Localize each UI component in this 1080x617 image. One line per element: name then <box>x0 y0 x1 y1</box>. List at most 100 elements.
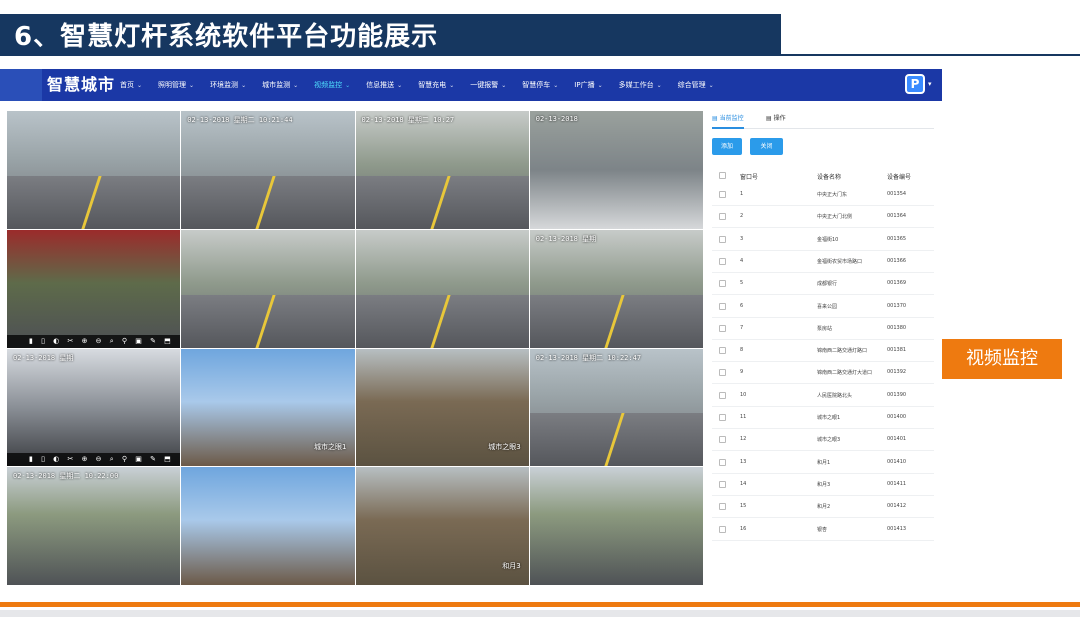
table-row[interactable]: 5 成都银行 001369 <box>712 273 934 296</box>
select-all-checkbox[interactable] <box>719 172 726 179</box>
row-device-code: 001400 <box>887 414 907 420</box>
road-surface <box>529 413 703 467</box>
tab-operation[interactable]: ▤ 操作 <box>766 113 786 122</box>
row-device-name: 和月1 <box>817 459 831 466</box>
camera-tile[interactable] <box>181 229 355 348</box>
slide-title: 6、智慧灯杆系统软件平台功能展示 <box>14 22 439 52</box>
brand-title[interactable]: 智慧城市 <box>47 69 115 101</box>
nav-item-label: IP广播 <box>574 81 595 89</box>
road-surface <box>7 175 181 229</box>
panel-tabs: ▤ 当前监控 ▤ 操作 <box>712 111 934 129</box>
table-row[interactable]: 15 和月2 001412 <box>712 496 934 519</box>
camera-timestamp: 02-13-2018 星期二 10:27 <box>361 116 455 124</box>
add-button[interactable]: 添加 <box>712 138 742 155</box>
nav-item-label: 一键报警 <box>470 81 499 89</box>
nav-item[interactable]: 智慧充电 ⌄ <box>410 69 462 101</box>
camera-timestamp: 02-13-2018 星期 <box>13 353 74 362</box>
row-checkbox[interactable] <box>719 280 726 288</box>
nav-item[interactable]: 信息推送 ⌄ <box>358 69 410 101</box>
camera-tile[interactable] <box>355 229 529 348</box>
camera-tile[interactable] <box>181 467 355 585</box>
row-checkbox[interactable] <box>719 369 726 377</box>
playback-controls[interactable]: ▮ ▯ ◐ ✂ ⊕ ⊖ ⌕ ⚲ ▣ ✎ ⬒ ♪ <box>7 334 181 348</box>
table-row[interactable]: 9 锦南西二路交通灯大道口 001392 <box>712 362 934 385</box>
nav-item[interactable]: 首页 ⌄ <box>112 69 150 101</box>
camera-timestamp: 02-13-2018 星期 <box>535 234 597 243</box>
table-row[interactable]: 7 泵房站 001380 <box>712 318 934 340</box>
nav-item[interactable]: 一键报警 ⌄ <box>462 69 514 101</box>
row-checkbox[interactable] <box>719 503 726 511</box>
camera-tile[interactable]: ▮ ▯ ◐ ✂ ⊕ ⊖ ⌕ ⚲ ▣ ✎ ⬒ ♪ <box>7 229 181 348</box>
camera-tile[interactable]: 城市之眼1 <box>181 348 355 467</box>
table-row[interactable]: 4 金福街农贸市场路口 001366 <box>712 251 934 273</box>
row-checkbox[interactable] <box>719 436 726 444</box>
row-checkbox[interactable] <box>719 347 726 355</box>
row-checkbox[interactable] <box>719 458 726 466</box>
user-menu-caret-icon[interactable]: ▾ <box>928 80 932 88</box>
camera-label: 城市之眼3 <box>488 443 521 452</box>
row-window-no: 6 <box>740 302 744 309</box>
table-row[interactable]: 8 锦南西二路交通灯路口 001381 <box>712 340 934 363</box>
table-row[interactable]: 2 中央正大门北侧 001364 <box>712 206 934 229</box>
row-checkbox[interactable] <box>719 324 726 332</box>
row-checkbox[interactable] <box>719 213 726 221</box>
row-checkbox[interactable] <box>719 414 726 421</box>
close-button[interactable]: 关闭 <box>750 138 783 155</box>
playback-controls[interactable]: ▮ ▯ ◐ ✂ ⊕ ⊖ ⌕ ⚲ ▣ ✎ ⬒ ♪ <box>7 453 181 467</box>
row-device-name: 中央正大门北侧 <box>817 214 853 221</box>
camera-tile[interactable] <box>529 467 703 585</box>
row-window-no: 13 <box>740 458 747 465</box>
table-row[interactable]: 1 中央正大门东 001354 <box>712 184 934 206</box>
camera-tile[interactable]: 02-13-2018 星期二 10:22:47 <box>529 348 703 467</box>
row-checkbox[interactable] <box>719 391 726 399</box>
chevron-down-icon: ⌄ <box>597 82 603 89</box>
row-checkbox[interactable] <box>719 235 726 243</box>
row-device-code: 001380 <box>887 324 907 331</box>
table-row[interactable]: 11 城市之眼1 001400 <box>712 407 934 429</box>
nav-item[interactable]: IP广播 ⌄ <box>566 69 610 101</box>
nav-item[interactable]: 综合管理 ⌄ <box>670 69 722 101</box>
nav-item[interactable]: 环境监测 ⌄ <box>202 69 254 101</box>
nav-item-label: 智慧停车 <box>522 81 551 89</box>
table-row[interactable]: 12 城市之眼3 001401 <box>712 429 934 452</box>
camera-timestamp: 02-13-2018 星期二 10:22:47 <box>535 353 642 362</box>
row-window-no: 8 <box>740 347 744 354</box>
nav-item-label: 视频监控 <box>314 81 343 89</box>
row-window-no: 12 <box>740 436 747 443</box>
table-row[interactable]: 16 银杏 001413 <box>712 519 934 541</box>
camera-tile[interactable] <box>7 111 181 229</box>
camera-tile[interactable]: 02-13-2018 星期二 10:21:44 <box>181 111 355 229</box>
row-checkbox[interactable] <box>719 257 726 265</box>
nav-item[interactable]: 视频监控 ⌄ <box>306 69 358 101</box>
camera-tile[interactable]: 02-13-2018 星期二 10:27 <box>355 111 529 229</box>
row-checkbox[interactable] <box>719 191 726 198</box>
camera-tile[interactable]: 02-13-2018 星期 <box>529 229 703 348</box>
nav-item[interactable]: 多媒工作台 ⌄ <box>611 69 670 101</box>
table-row[interactable]: 3 金福街10 001365 <box>712 229 934 251</box>
road-surface <box>181 175 355 229</box>
row-device-code: 001410 <box>887 458 907 465</box>
camera-tile[interactable]: 02-13-2018 星期二 10:22:00 <box>7 467 181 585</box>
nav-item[interactable]: 照明管理 ⌄ <box>150 69 202 101</box>
table-row[interactable]: 14 和月3 001411 <box>712 474 934 496</box>
camera-tile[interactable]: 城市之眼3 <box>355 348 529 467</box>
chevron-down-icon: ⌄ <box>449 82 455 89</box>
list-icon: ▤ <box>766 115 774 122</box>
camera-tile[interactable]: 和月3 <box>355 467 529 585</box>
footer-orange-rule <box>0 602 1080 607</box>
row-checkbox[interactable] <box>719 525 726 533</box>
nav-item-label: 多媒工作台 <box>618 81 654 89</box>
table-row[interactable]: 6 喜来公园 001370 <box>712 296 934 318</box>
table-row[interactable]: 13 和月1 001410 <box>712 452 934 474</box>
nav-item[interactable]: 城市监测 ⌄ <box>254 69 306 101</box>
camera-tile[interactable]: 02-13-2018 星期 ▮ ▯ ◐ ✂ ⊕ ⊖ ⌕ ⚲ ▣ ✎ ⬒ ♪ <box>7 348 181 467</box>
tab-current-monitor[interactable]: ▤ 当前监控 <box>712 113 744 129</box>
row-checkbox[interactable] <box>719 302 726 310</box>
table-row[interactable]: 10 人民医院路北头 001390 <box>712 385 934 407</box>
camera-tile[interactable]: 02-13-2018 <box>529 111 703 229</box>
user-avatar-icon[interactable]: P <box>905 74 925 94</box>
nav-item[interactable]: 智慧停车 ⌄ <box>514 69 566 101</box>
row-window-no: 10 <box>740 391 747 398</box>
row-checkbox[interactable] <box>719 480 726 488</box>
road-surface <box>529 294 703 348</box>
